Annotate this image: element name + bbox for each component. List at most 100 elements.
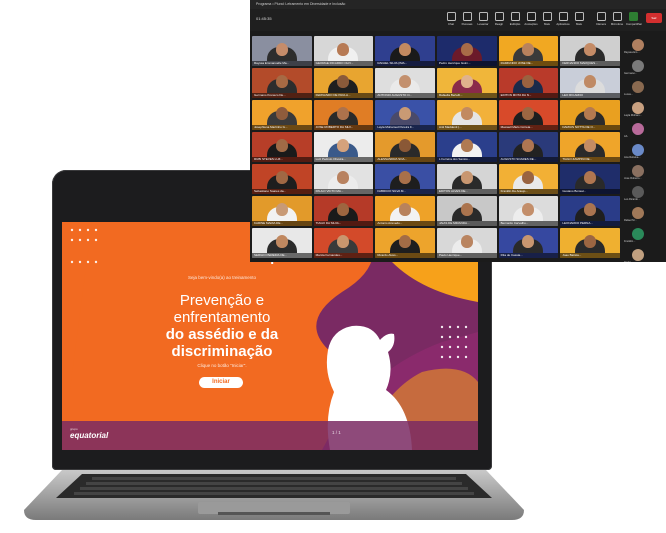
participant-tile[interactable]: JAIAS DE MIRANDA... (437, 196, 497, 226)
participant-name: L Ferreira dos Santos... (437, 157, 497, 162)
toolbar-button-5[interactable]: Anotações (524, 11, 538, 29)
sidebar-participant[interactable]: Germano... (622, 57, 666, 78)
participant-name: LEO RICARDO (560, 93, 620, 98)
participant-tile[interactable]: FERNANDO MARQUES... (560, 36, 620, 66)
participant-name: Bernardo Carvalho... (498, 221, 559, 226)
microphone-button[interactable]: Microfone (610, 11, 624, 29)
toolbar-button-7[interactable]: Aplicativos (556, 11, 570, 29)
toolbar-button-3[interactable]: Reagir (492, 11, 506, 29)
participant-tile[interactable]: Franklin De Araujo... (498, 164, 559, 194)
participant-tile[interactable]: JOSE ROBERTO DA SILV... (313, 100, 374, 130)
participant-tile[interactable]: RAIMUNDO JOSE DE... (498, 36, 559, 66)
leave-button[interactable]: Sair (646, 13, 662, 23)
sidebar-participant[interactable]: Franklin... (622, 225, 666, 246)
participant-tile[interactable]: Anti Maddenti (... (437, 100, 497, 130)
participant-tile[interactable]: PAULO VICTO MA... (313, 164, 374, 194)
participant-name: TIAGO ZAMPINI DE... (560, 157, 620, 162)
participant-tile[interactable]: TIAGO ZAMPINI DE... (560, 132, 620, 162)
participant-tile[interactable]: AUGUSTO SOARES DE... (498, 132, 559, 162)
participant-face (275, 43, 288, 56)
toolbar-button-4[interactable]: Exibição (508, 11, 522, 29)
participant-tile[interactable]: Marcia Fernandes... (313, 228, 374, 258)
participant-tile[interactable]: EDITON MOTA DA N... (498, 68, 559, 98)
participant-tile[interactable]: TIAGO DA SILVA... (313, 196, 374, 226)
share-button[interactable]: Compartilhar (626, 11, 642, 29)
participant-tile[interactable]: KARINE MARIA DE... (252, 196, 312, 226)
sidebar-participant[interactable]: Jose Roberto... (622, 162, 666, 183)
participant-tile[interactable]: Joao Batista... (560, 228, 620, 258)
toolbar-button-0[interactable]: Chat (444, 11, 458, 29)
participant-tile[interactable]: FERNANDO DE PAULA... (313, 68, 374, 98)
toolbar-icon (462, 12, 472, 21)
participant-tile[interactable]: FABRICIO SILVA M... (375, 164, 435, 194)
participant-face (460, 235, 473, 248)
participant-tile[interactable]: LEO RICARDO (560, 68, 620, 98)
participant-face (399, 75, 412, 88)
toolbar-button-6[interactable]: Mais (540, 11, 554, 29)
participant-tile[interactable]: EDITON ALVES DE... (437, 164, 497, 194)
avatar (632, 186, 644, 198)
sidebar-participant[interactable]: Pedro... (622, 246, 666, 262)
participant-tile[interactable]: Rita de Cassia... (498, 228, 559, 258)
toolbar-button-1[interactable]: Pessoas (460, 11, 474, 29)
participant-tile[interactable]: Gustavo Bonsal... (560, 164, 620, 194)
participant-tile[interactable]: ALESSANDRA SOA... (375, 132, 435, 162)
sidebar-participant[interactable]: Ana Rebeka... (622, 141, 666, 162)
participant-name: LEONARDO PERNA... (560, 221, 620, 226)
toolbar-label: Anotações (524, 22, 538, 26)
participant-tile[interactable]: Germano Kreneco De... (252, 68, 312, 98)
start-button[interactable]: Iniciar (199, 377, 243, 388)
participant-tile[interactable]: Ricardo Alves... (375, 228, 435, 258)
participant-tile[interactable]: Rayssa Emmanuelle Ma... (252, 36, 312, 66)
participant-name: JAIAS DE MIRANDA... (437, 221, 497, 226)
toolbar-button-2[interactable]: Levantar (476, 11, 490, 29)
participant-grid: Rayssa Emmanuelle Ma... GEORGE RICARDO OL… (252, 36, 620, 258)
participant-tile[interactable]: LEONARDO PERNA... (560, 196, 620, 226)
participant-name: Josephlena Martinho G... (252, 125, 312, 130)
participant-tile[interactable]: ANTONIO AUGUSTO O... (375, 68, 435, 98)
sidebar-participant[interactable]: Rayssa Em... (622, 36, 666, 57)
participant-tile[interactable]: Maxwell Mielo Correia... (498, 100, 559, 130)
participant-tile[interactable]: Luiz Pedrolo Oliveira... (313, 132, 374, 162)
sidebar-participant[interactable]: Lucas... (622, 78, 666, 99)
sidebar-participant[interactable]: AA (622, 120, 666, 141)
participant-tile[interactable]: RUBI STEVES LUZ... (252, 132, 312, 162)
participant-name: Paulo Henrique... (437, 253, 497, 258)
participant-name: JOSE ROBERTO DA SILV... (313, 125, 374, 130)
participant-name: Luiz Pedrolo Oliveira... (313, 157, 374, 162)
avatar (632, 81, 644, 93)
participant-name: Pedro Henrique Guim... (437, 61, 497, 66)
sidebar-participant-name: AA (624, 135, 628, 138)
sidebar-participant-name: Franklin... (624, 240, 636, 243)
participant-tile[interactable]: Sebastiano Soares da... (252, 164, 312, 194)
participant-tile[interactable]: SERGIO PEREIRA DE... (252, 228, 312, 258)
participant-tile[interactable]: DAMIUS NOTTA DE O... (560, 100, 620, 130)
participant-face (399, 203, 412, 216)
participant-tile[interactable]: Rafaella Bertelli... (437, 68, 497, 98)
toolbar-icon (526, 12, 536, 21)
participant-face (584, 43, 597, 56)
participant-face (584, 203, 597, 216)
participant-face (522, 171, 535, 184)
participant-tile[interactable]: Layla Mohamed Pereira F... (375, 100, 435, 130)
participant-tile[interactable]: RAFAEL SILVA (IMA... (375, 36, 435, 66)
sidebar-participant[interactable]: Rafael M... (622, 204, 666, 225)
participant-tile[interactable]: L Ferreira dos Santos... (437, 132, 497, 162)
camera-button[interactable]: Câmera (594, 11, 608, 29)
toolbar-label: Pessoas (461, 22, 473, 26)
participant-tile[interactable]: Paulo Henrique... (437, 228, 497, 258)
sidebar-participant[interactable]: Leo Ricardo... (622, 183, 666, 204)
participant-face (460, 43, 473, 56)
slide-title-line-1: Prevenção e enfrentamento (173, 292, 271, 326)
participant-tile[interactable]: GEORGE RICARDO OLIV... (313, 36, 374, 66)
participant-tile[interactable]: Josephlena Martinho G... (252, 100, 312, 130)
equatorial-logo: grupo equatorial (70, 427, 109, 440)
toolbar-button-8[interactable]: Mais (572, 11, 586, 29)
participant-name: GEORGE RICARDO OLIV... (313, 61, 374, 66)
toolbar-label: Chat (448, 22, 454, 26)
participant-tile[interactable]: Antonio Azevedo... (375, 196, 435, 226)
participant-tile[interactable]: Bernardo Carvalho... (498, 196, 559, 226)
participant-tile[interactable]: Pedro Henrique Guim... (437, 36, 497, 66)
participant-face (584, 107, 597, 120)
sidebar-participant[interactable]: Layla Moham... (622, 99, 666, 120)
